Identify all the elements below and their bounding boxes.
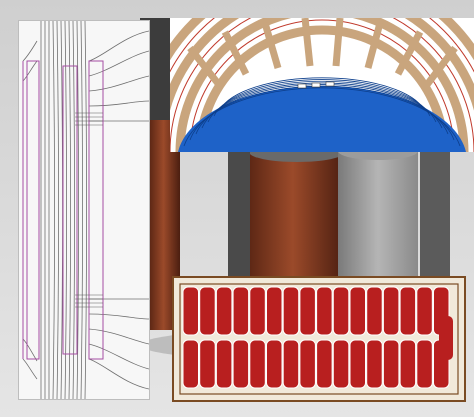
conductor-pill (366, 339, 383, 389)
conductor-pill (399, 286, 417, 336)
coil-cross-section (170, 18, 474, 152)
conductor-pill (215, 286, 233, 336)
conductor-pill (249, 286, 266, 336)
conductor-pill (316, 286, 333, 336)
conductor-pill (316, 339, 333, 389)
conductor-pill (282, 339, 300, 389)
conductor-end-pill (439, 316, 453, 360)
conductor-pill (399, 339, 417, 389)
conductor-pill (416, 286, 433, 336)
conductor-pill (182, 339, 199, 389)
conductor-pill (249, 339, 266, 389)
conductor-pill (215, 339, 233, 389)
conductor-pill (382, 286, 400, 336)
conductor-pill (199, 339, 216, 389)
conductor-pill (332, 286, 350, 336)
conductor-pill (199, 286, 216, 336)
conductor-pill (232, 339, 250, 389)
conductor-pill (349, 286, 366, 336)
conductor-pill (266, 286, 283, 336)
conductor-pill (182, 286, 199, 336)
conductor-pill (349, 339, 366, 389)
conductor-pill (416, 339, 433, 389)
conductor-grid (172, 276, 466, 402)
conductor-pill (299, 286, 316, 336)
conductor-pill (282, 286, 300, 336)
conductor-pill (266, 339, 283, 389)
conductor-pill (366, 286, 383, 336)
conductor-pill (382, 339, 400, 389)
conductor-pill (299, 339, 316, 389)
conductor-pill (332, 339, 350, 389)
magnetic-field-plot (18, 20, 150, 400)
conductor-pill (232, 286, 250, 336)
